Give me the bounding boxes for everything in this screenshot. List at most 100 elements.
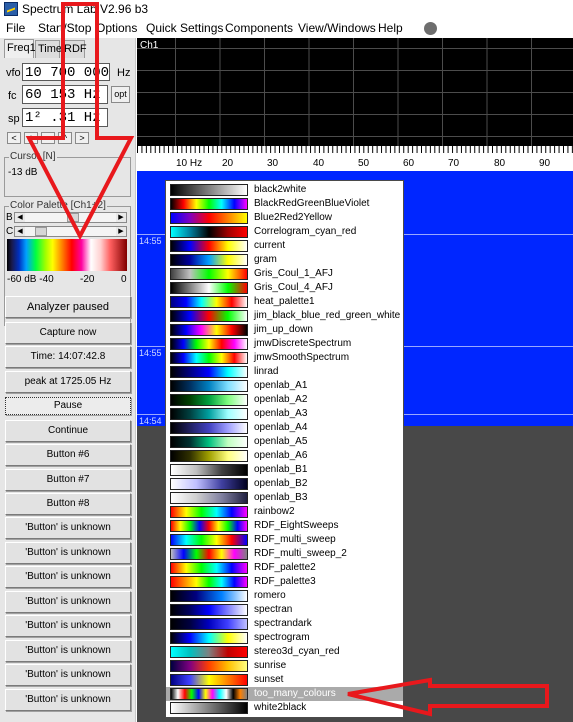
palette-swatch xyxy=(170,590,248,602)
palette-option[interactable]: romero xyxy=(166,589,403,603)
status-circle-icon[interactable] xyxy=(424,22,437,35)
palette-option[interactable]: spectrandark xyxy=(166,617,403,631)
palette-option[interactable]: openlab_A5 xyxy=(166,435,403,449)
palette-swatch xyxy=(170,268,248,280)
button-7[interactable]: Button #7 xyxy=(5,469,131,491)
tab-time[interactable]: Time xyxy=(35,40,62,58)
tab-freq1[interactable]: Freq1 xyxy=(4,39,36,58)
button-6[interactable]: Button #6 xyxy=(5,444,131,466)
step-up-button[interactable]: ^ xyxy=(58,132,72,144)
opt-button[interactable]: opt xyxy=(111,86,130,103)
palette-option[interactable]: current xyxy=(166,239,403,253)
palette-name: jim_black_blue_red_green_white xyxy=(254,310,401,321)
continue-button[interactable]: Continue xyxy=(5,420,131,442)
palette-option[interactable]: white2black xyxy=(166,701,403,715)
scroll-left-icon[interactable]: ◀ xyxy=(15,213,25,222)
brightness-scrollbar[interactable]: ◀ ▶ xyxy=(14,212,127,223)
button-8[interactable]: Button #8 xyxy=(5,493,131,515)
timestamp-label: 14:55 xyxy=(139,348,162,358)
sp-field[interactable]: 1² .31 Hz xyxy=(22,108,108,127)
step-plus-button[interactable]: + xyxy=(24,132,38,144)
palette-option[interactable]: BlackRedGreenBlueViolet xyxy=(166,197,403,211)
step-left-button[interactable]: < xyxy=(7,132,21,144)
unknown-button[interactable]: 'Button' is unknown xyxy=(5,664,131,686)
menu-components[interactable]: Components xyxy=(225,21,293,35)
palette-option[interactable]: sunset xyxy=(166,673,403,687)
capture-now-button[interactable]: Capture now xyxy=(5,322,131,344)
brightness-thumb[interactable] xyxy=(67,213,79,222)
analyzer-paused-button[interactable]: Analyzer paused xyxy=(5,296,131,318)
palette-swatch xyxy=(170,422,248,434)
fc-field[interactable]: 60 153 Hz xyxy=(22,85,108,104)
palette-option[interactable]: RDF_palette2 xyxy=(166,561,403,575)
time-button[interactable]: Time: 14:07:42.8 xyxy=(5,346,131,368)
unknown-button[interactable]: 'Button' is unknown xyxy=(5,517,131,539)
contrast-thumb[interactable] xyxy=(35,227,47,236)
menu-start-stop[interactable]: Start/Stop xyxy=(38,21,91,35)
palette-option[interactable]: Gris_Coul_1_AFJ xyxy=(166,267,403,281)
palette-dropdown-list[interactable]: black2white BlackRedGreenBlueViolet Blue2R… xyxy=(165,180,404,718)
menu-quick-settings[interactable]: Quick Settings xyxy=(146,21,223,35)
pause-button[interactable]: Pause xyxy=(5,397,131,415)
unknown-button[interactable]: 'Button' is unknown xyxy=(5,689,131,711)
menu-help[interactable]: Help xyxy=(378,21,403,35)
palette-name: RDF_palette3 xyxy=(254,576,316,587)
palette-option[interactable]: RDF_multi_sweep xyxy=(166,533,403,547)
step-right-button[interactable]: > xyxy=(75,132,89,144)
palette-option[interactable]: openlab_B1 xyxy=(166,463,403,477)
palette-option[interactable]: RDF_palette3 xyxy=(166,575,403,589)
menu-file[interactable]: File xyxy=(6,21,25,35)
unknown-button[interactable]: 'Button' is unknown xyxy=(5,542,131,564)
scroll-left-icon[interactable]: ◀ xyxy=(15,227,25,236)
palette-option[interactable]: openlab_A1 xyxy=(166,379,403,393)
palette-option[interactable]: spectrogram xyxy=(166,631,403,645)
palette-option[interactable]: openlab_A6 xyxy=(166,449,403,463)
unknown-button[interactable]: 'Button' is unknown xyxy=(5,615,131,637)
palette-option[interactable]: jim_black_blue_red_green_white xyxy=(166,309,403,323)
palette-option[interactable]: openlab_B2 xyxy=(166,477,403,491)
palette-color-bar[interactable] xyxy=(7,239,127,271)
palette-option[interactable]: openlab_A4 xyxy=(166,421,403,435)
palette-swatch xyxy=(170,254,248,266)
unknown-button[interactable]: 'Button' is unknown xyxy=(5,566,131,588)
scroll-right-icon[interactable]: ▶ xyxy=(116,227,126,236)
palette-option[interactable]: openlab_A2 xyxy=(166,393,403,407)
menu-view-windows[interactable]: View/Windows xyxy=(298,21,376,35)
palette-option[interactable]: gram xyxy=(166,253,403,267)
palette-option[interactable]: stereo3d_cyan_red xyxy=(166,645,403,659)
palette-option[interactable]: RDF_EightSweeps xyxy=(166,519,403,533)
scroll-right-icon[interactable]: ▶ xyxy=(116,213,126,222)
palette-option[interactable]: jmwSmoothSpectrum xyxy=(166,351,403,365)
menu-options[interactable]: Options xyxy=(96,21,137,35)
palette-name: openlab_A5 xyxy=(254,436,308,447)
vfo-field[interactable]: 10 700 000 xyxy=(22,63,110,81)
palette-option[interactable]: Blue2Red2Yellow xyxy=(166,211,403,225)
palette-tick-low: -60 dB -40 xyxy=(7,274,54,285)
peak-button[interactable]: peak at 1725.05 Hz xyxy=(5,371,131,393)
palette-option[interactable]: sunrise xyxy=(166,659,403,673)
palette-option[interactable]: rainbow2 xyxy=(166,505,403,519)
palette-option[interactable]: jmwDiscreteSpectrum xyxy=(166,337,403,351)
unknown-button[interactable]: 'Button' is unknown xyxy=(5,591,131,613)
tab-rdf[interactable]: RDF xyxy=(61,40,87,58)
palette-option[interactable]: heat_palette1 xyxy=(166,295,403,309)
spectrum-plot[interactable]: Ch1 xyxy=(137,38,573,146)
palette-option[interactable]: openlab_B3 xyxy=(166,491,403,505)
palette-swatch xyxy=(170,660,248,672)
palette-swatch xyxy=(170,492,248,504)
palette-option[interactable]: openlab_A3 xyxy=(166,407,403,421)
palette-option[interactable]: Correlogram_cyan_red xyxy=(166,225,403,239)
contrast-scrollbar[interactable]: ◀ ▶ xyxy=(14,226,127,237)
palette-name: Gris_Coul_4_AFJ xyxy=(254,282,333,293)
unknown-button[interactable]: 'Button' is unknown xyxy=(5,640,131,662)
palette-option[interactable]: too_many_colours xyxy=(166,687,403,701)
palette-option[interactable]: Gris_Coul_4_AFJ xyxy=(166,281,403,295)
step-minus-button[interactable]: - xyxy=(41,132,55,144)
palette-option[interactable]: RDF_multi_sweep_2 xyxy=(166,547,403,561)
palette-option[interactable]: spectran xyxy=(166,603,403,617)
palette-option[interactable]: linrad xyxy=(166,365,403,379)
app-icon[interactable] xyxy=(4,2,18,16)
palette-option[interactable]: jim_up_down xyxy=(166,323,403,337)
palette-name: jmwSmoothSpectrum xyxy=(254,352,350,363)
palette-option[interactable]: black2white xyxy=(166,183,403,197)
